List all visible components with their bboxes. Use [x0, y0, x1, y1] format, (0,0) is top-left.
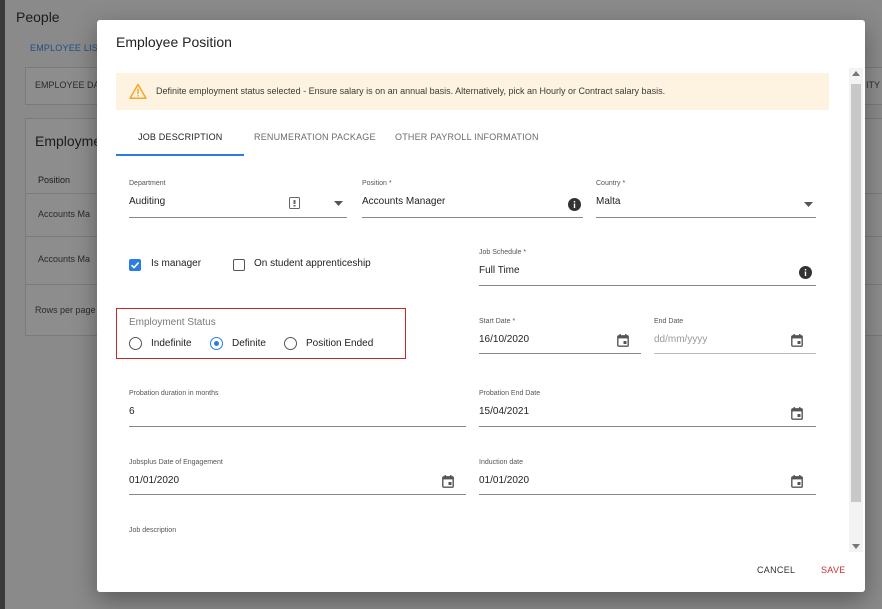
employment-status-group: Employment Status Indefinite Definite Po…: [116, 308, 406, 359]
alert-message: Definite employment status selected - En…: [156, 86, 666, 96]
radio-indefinite-label: Indefinite: [151, 338, 192, 349]
end-date-underline: [654, 353, 816, 354]
radio-position-ended-label: Position Ended: [306, 338, 374, 349]
end-date-placeholder: dd/mm/yyyy: [654, 334, 708, 345]
scroll-down-arrow-icon[interactable]: [852, 544, 860, 549]
probation-duration-value: 6: [129, 406, 135, 417]
country-select[interactable]: Country * Malta: [596, 180, 816, 218]
induction-date-field[interactable]: Induction date 01/01/2020: [479, 459, 816, 495]
save-button[interactable]: SAVE: [821, 565, 846, 575]
jobsplus-date-field[interactable]: Jobsplus Date of Engagement 01/01/2020: [129, 459, 466, 495]
position-underline: [362, 217, 583, 218]
radio-position-ended[interactable]: [284, 337, 297, 350]
dialog-title: Employee Position: [116, 34, 232, 50]
employment-status-title: Employment Status: [129, 317, 216, 328]
probation-duration-label: Probation duration in months: [129, 390, 219, 397]
background-card-title: Employme: [35, 133, 102, 149]
tab-other-payroll-information[interactable]: OTHER PAYROLL INFORMATION: [395, 124, 539, 156]
student-apprenticeship-checkbox[interactable]: [233, 259, 245, 271]
tab-employee-list[interactable]: EMPLOYEE LIST: [30, 43, 104, 53]
calendar-icon[interactable]: [791, 475, 803, 488]
scrollbar-thumb[interactable]: [851, 84, 861, 502]
calendar-icon[interactable]: [791, 407, 803, 420]
job-description-label: Job description: [129, 527, 177, 534]
start-date-label: Start Date *: [479, 318, 516, 325]
position-label: Position *: [362, 180, 392, 187]
chevron-down-icon[interactable]: [334, 201, 343, 206]
probation-duration-field[interactable]: Probation duration in months 6: [129, 390, 466, 427]
warning-icon: [129, 83, 147, 99]
info-icon[interactable]: [799, 266, 812, 279]
cancel-button[interactable]: CANCEL: [757, 565, 795, 575]
start-date-field[interactable]: Start Date * 16/10/2020: [479, 318, 641, 354]
position-field[interactable]: Position * Accounts Manager: [362, 180, 583, 218]
calendar-icon[interactable]: [442, 475, 454, 488]
info-icon[interactable]: [568, 198, 581, 211]
job-schedule-value: Full Time: [479, 265, 520, 276]
jobsplus-date-label: Jobsplus Date of Engagement: [129, 459, 223, 466]
radio-definite-label: Definite: [232, 338, 266, 349]
end-date-label: End Date: [654, 318, 684, 325]
department-underline: [129, 217, 347, 218]
tab-job-description[interactable]: JOB DESCRIPTION: [138, 124, 223, 156]
background-card-header-right: ITY: [866, 80, 881, 90]
student-apprenticeship-label: On student apprenticeship: [254, 258, 371, 269]
probation-end-date-label: Probation End Date: [479, 390, 541, 397]
end-date-field[interactable]: End Date dd/mm/yyyy: [654, 318, 816, 354]
background-card-header-text: EMPLOYEE DA: [35, 80, 100, 90]
country-underline: [596, 217, 816, 218]
probation-duration-underline: [129, 426, 466, 427]
job-description-field[interactable]: Job description: [129, 527, 466, 547]
radio-indefinite[interactable]: [129, 337, 142, 350]
induction-date-value: 01/01/2020: [479, 475, 530, 486]
department-select[interactable]: Department Auditing: [129, 180, 347, 218]
position-value: Accounts Manager: [362, 196, 446, 207]
probation-end-date-field[interactable]: Probation End Date 15/04/2021: [479, 390, 816, 427]
page-title: People: [16, 9, 60, 25]
country-value: Malta: [596, 196, 621, 207]
radio-definite[interactable]: [210, 337, 223, 350]
id-card-icon[interactable]: [289, 197, 300, 209]
start-date-value: 16/10/2020: [479, 334, 530, 345]
start-date-underline: [479, 353, 641, 354]
job-schedule-field[interactable]: Job Schedule * Full Time: [479, 249, 816, 286]
probation-end-date-underline: [479, 426, 816, 427]
table-column-position: Position: [38, 175, 71, 185]
job-schedule-label: Job Schedule *: [479, 249, 527, 256]
jobsplus-date-underline: [129, 494, 466, 495]
chevron-down-icon[interactable]: [804, 202, 813, 207]
tab-renumeration-package[interactable]: RENUMERATION PACKAGE: [254, 124, 376, 156]
country-label: Country *: [596, 180, 626, 187]
table-row: Accounts Ma: [38, 254, 91, 264]
probation-end-date-value: 15/04/2021: [479, 406, 530, 417]
active-tab-indicator: [116, 154, 244, 156]
induction-date-label: Induction date: [479, 459, 523, 466]
scroll-up-arrow-icon[interactable]: [852, 71, 860, 76]
job-schedule-underline: [479, 285, 816, 286]
employee-position-dialog: Employee Position Definite employment st…: [97, 20, 865, 592]
warning-alert: Definite employment status selected - En…: [116, 73, 829, 110]
table-row: Accounts Ma: [38, 209, 91, 219]
calendar-icon[interactable]: [617, 334, 629, 347]
rows-per-page-label: Rows per page: [35, 305, 96, 315]
checkmark-icon: [130, 262, 140, 269]
department-value: Auditing: [129, 196, 166, 207]
is-manager-checkbox[interactable]: [129, 259, 141, 271]
jobsplus-date-value: 01/01/2020: [129, 475, 180, 486]
dialog-scrollbar[interactable]: [849, 68, 863, 552]
is-manager-label: Is manager: [151, 258, 202, 269]
induction-date-underline: [479, 494, 816, 495]
department-label: Department: [129, 180, 166, 187]
calendar-icon[interactable]: [791, 334, 803, 347]
